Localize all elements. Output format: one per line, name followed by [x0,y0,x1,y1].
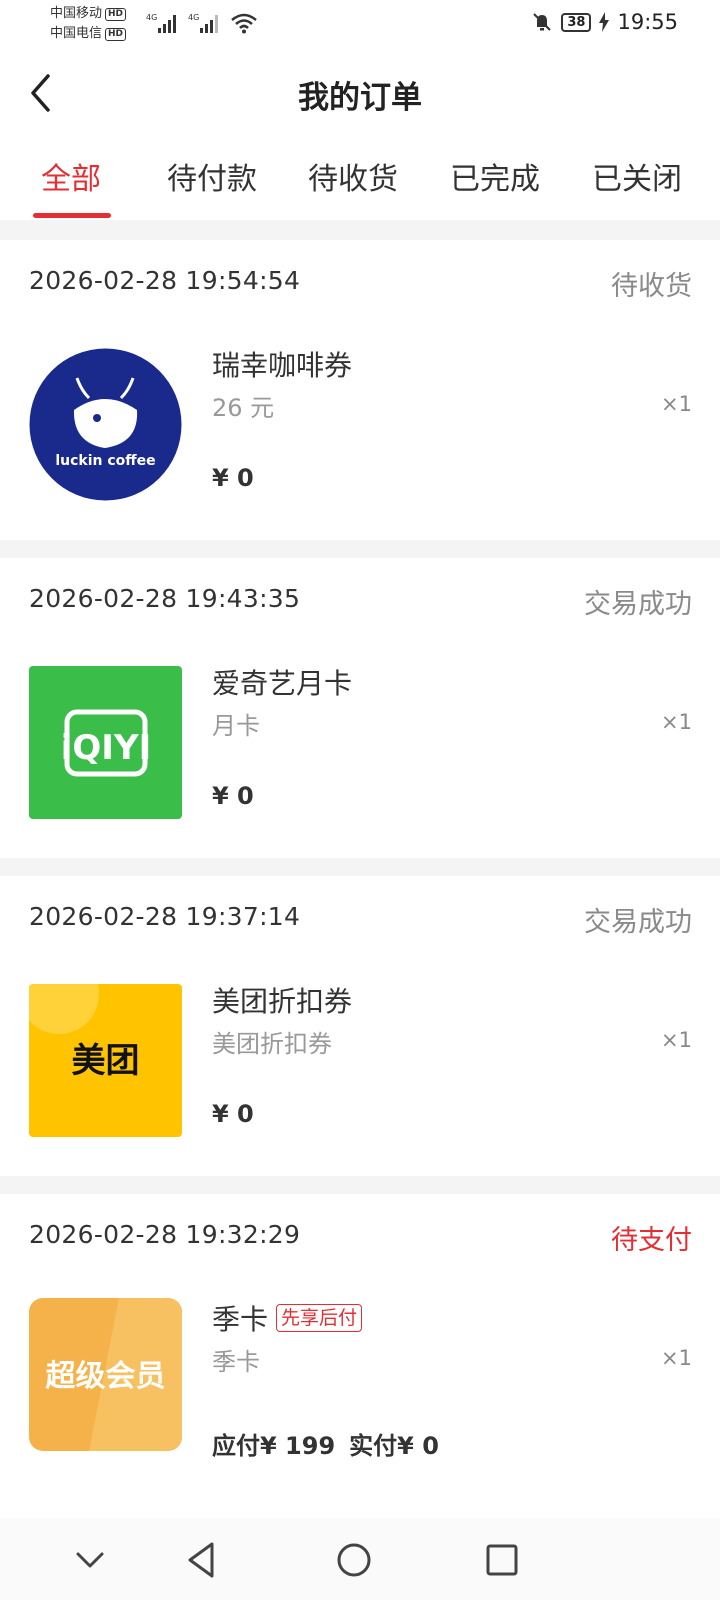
product-thumbnail-luckin[interactable]: luckin coffee [29,348,182,501]
network-label: 4G [146,13,157,22]
product-spec: 美团折扣券 [212,1030,332,1058]
product-name: 瑞幸咖啡券 [212,344,352,384]
system-nav-bar [0,1518,720,1600]
order-time: 2026-02-28 19:43:35 [29,584,301,613]
hd-badge: HD [105,7,127,21]
price: ¥ 0 [212,1100,254,1128]
recents-square-icon[interactable] [480,1538,524,1582]
order-status: 交易成功 [584,589,692,620]
order-card[interactable]: 2026-02-28 19:54:54 待收货 luckin coffee 瑞幸… [0,240,720,540]
order-tabs: 全部 待付款 待收货 已完成 已关闭 [0,136,720,220]
price-due: 应付¥ 199 [212,1432,336,1460]
order-card[interactable]: 2026-02-28 19:32:29 待支付 超级会员 季卡 先享后付 季卡 … [0,1194,720,1520]
battery-indicator: 38 [561,12,592,32]
tab-closed[interactable]: 已关闭 [592,154,682,198]
hd-badge: HD [105,27,127,41]
tab-pending-delivery[interactable]: 待收货 [308,154,398,198]
signal-icons: 4G 4G [146,12,258,34]
order-time: 2026-02-28 19:37:14 [29,902,301,931]
order-status: 待收货 [611,271,692,302]
order-card[interactable]: 2026-02-28 19:43:35 交易成功 iQIYI 爱奇艺月卡 月卡 … [0,558,720,858]
status-right: 38 19:55 [531,10,678,34]
thumb-label: 超级会员 [46,1359,166,1394]
order-status: 待支付 [611,1225,692,1256]
thumb-label: luckin coffee [55,453,155,469]
price-value: ¥ 0 [212,464,254,492]
tab-all[interactable]: 全部 [41,154,101,198]
active-tab-indicator [33,213,111,218]
product-thumbnail-iqiyi[interactable]: iQIYI [29,666,182,819]
price-value: ¥ 0 [212,1100,254,1128]
nav-bar: 我的订单 [0,50,720,136]
pay-later-badge: 先享后付 [276,1304,363,1332]
product-name-text: 季卡 [212,1303,269,1336]
status-bar: 中国移动 HD 中国电信 HD 4G 4G 38 19:55 [0,0,720,50]
product-name: 美团折扣券 [212,980,352,1020]
product-name-text: 爱奇艺月卡 [212,667,353,700]
thumb-label: iQIYI [61,728,151,768]
price: 应付¥ 199 实付¥ 0 [212,1426,439,1461]
home-circle-icon[interactable] [332,1538,376,1582]
order-status: 交易成功 [584,907,692,938]
price-value: ¥ 0 [212,782,254,810]
product-spec: 月卡 [212,712,260,740]
tab-completed[interactable]: 已完成 [450,154,540,198]
price: ¥ 0 [212,782,254,810]
back-triangle-icon[interactable] [180,1538,224,1582]
clock: 19:55 [617,10,678,34]
product-spec: 26 元 [212,394,275,422]
charging-icon [599,12,610,32]
product-spec: 季卡 [212,1348,260,1376]
carrier-2: 中国电信 [50,26,103,41]
bell-muted-icon [533,13,552,31]
order-card[interactable]: 2026-02-28 19:37:14 交易成功 美团 美团折扣券 美团折扣券 … [0,876,720,1176]
carrier-info: 中国移动 HD 中国电信 HD [50,4,127,44]
chevron-down-icon[interactable] [68,1538,112,1582]
signal-icon: 4G [188,13,218,33]
iqiyi-logo-icon: iQIYI [61,709,151,777]
luckin-logo-icon: luckin coffee [29,348,182,501]
product-name: 爱奇艺月卡 [212,662,352,702]
product-thumbnail-vip[interactable]: 超级会员 [29,1298,182,1451]
signal-icon: 4G [146,13,176,33]
price: ¥ 0 [212,464,254,492]
thumb-label: 美团 [72,1041,140,1081]
tab-pending-payment[interactable]: 待付款 [167,154,257,198]
carrier-1: 中国移动 [50,6,103,21]
product-thumbnail-meituan[interactable]: 美团 [29,984,182,1137]
order-time: 2026-02-28 19:32:29 [29,1220,301,1249]
price-paid: 实付¥ 0 [349,1432,439,1460]
order-time: 2026-02-28 19:54:54 [29,266,301,295]
meituan-logo-icon: 美团 [29,984,140,1081]
super-vip-logo-icon: 超级会员 [46,1298,182,1451]
quantity: ×1 [661,1028,692,1052]
network-label: 4G [188,13,199,22]
page-title: 我的订单 [298,80,422,116]
quantity: ×1 [661,392,692,416]
quantity: ×1 [661,1346,692,1370]
product-name-text: 美团折扣券 [212,985,353,1018]
product-name: 季卡 先享后付 [212,1298,363,1338]
quantity: ×1 [661,710,692,734]
wifi-icon [231,13,257,34]
product-name-text: 瑞幸咖啡券 [212,349,353,382]
